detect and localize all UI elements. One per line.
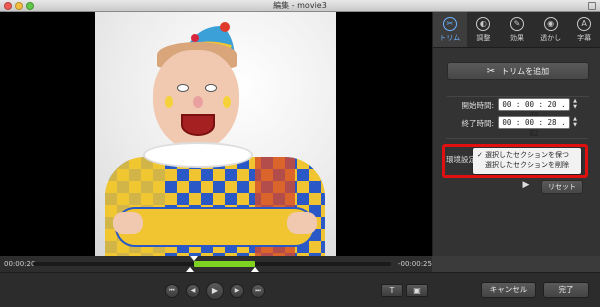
- video-frame: [95, 12, 336, 256]
- right-cheek: [223, 96, 231, 108]
- snapshot-icon[interactable]: ▣: [406, 284, 428, 297]
- skip-forward-icon[interactable]: ⏭: [251, 284, 265, 298]
- mouth: [181, 114, 215, 136]
- window-title: 編集 - movie3: [273, 1, 327, 10]
- cancel-button[interactable]: キャンセル: [481, 282, 536, 298]
- add-trim-button[interactable]: ✂ トリムを追加: [447, 62, 589, 80]
- start-time-label: 開始時間:: [461, 101, 494, 110]
- tab-adjust[interactable]: ◐ 調整: [467, 12, 501, 47]
- fullscreen-icon[interactable]: [588, 2, 596, 10]
- scissors-icon: ✂: [486, 65, 496, 77]
- bottom-toolbar: ⏮ ◀ ▶ ▶ ⏭ T ▣ キャンセル 完了: [0, 272, 600, 307]
- tab-subtitle[interactable]: A 字幕: [567, 12, 600, 47]
- left-hand: [113, 212, 143, 234]
- end-time-field[interactable]: 00 : 00 : 28 . 02: [498, 116, 570, 138]
- watermark-icon: ◉: [543, 16, 558, 31]
- subtitle-icon: A: [577, 16, 592, 31]
- end-time-stepper[interactable]: ▲ ▼: [572, 116, 578, 129]
- effects-icon: ✎: [509, 16, 524, 31]
- play-icon[interactable]: ▶: [206, 282, 224, 300]
- current-time: 00:00:20: [4, 260, 36, 268]
- left-eye: [177, 84, 189, 92]
- right-eye: [205, 84, 217, 92]
- playhead-marker[interactable]: [190, 256, 198, 261]
- start-time-field[interactable]: 00 : 00 : 20 . 40: [498, 98, 570, 120]
- trim-selection[interactable]: [194, 261, 255, 267]
- apply-icon[interactable]: ▶: [517, 180, 535, 194]
- text-tool-icon[interactable]: T: [381, 284, 403, 297]
- tab-trim[interactable]: ✂ トリム: [433, 12, 467, 47]
- skip-back-icon[interactable]: ⏮: [165, 284, 179, 298]
- adjust-icon: ◐: [476, 16, 491, 31]
- annotation-highlight: [442, 144, 588, 178]
- nose: [193, 96, 203, 108]
- end-time-label: 終了時間:: [461, 119, 494, 128]
- tab-effects[interactable]: ✎ 効果: [500, 12, 534, 47]
- start-time-stepper[interactable]: ▲ ▼: [572, 98, 578, 111]
- divider: [447, 96, 589, 97]
- timeline: 00:00:20 -00:00:25: [0, 256, 432, 272]
- remaining-time: -00:00:25: [398, 260, 432, 268]
- done-button[interactable]: 完了: [543, 282, 589, 298]
- crossed-arms: [115, 207, 315, 247]
- right-hand: [287, 212, 317, 234]
- trim-icon: ✂: [442, 16, 457, 31]
- collar: [143, 142, 253, 168]
- step-back-icon[interactable]: ◀: [186, 284, 200, 298]
- title-bar: 編集 - movie3: [0, 0, 600, 12]
- reset-button[interactable]: リセット: [541, 180, 583, 194]
- tab-bar: ✂ トリム ◐ 調整 ✎ 効果 ◉ 透かし A 字幕: [433, 12, 600, 48]
- video-preview[interactable]: [0, 12, 432, 256]
- tab-watermark[interactable]: ◉ 透かし: [534, 12, 568, 47]
- step-forward-icon[interactable]: ▶: [230, 284, 244, 298]
- divider: [446, 138, 588, 139]
- left-cheek: [165, 96, 173, 108]
- edit-panel: ✂ トリム ◐ 調整 ✎ 効果 ◉ 透かし A 字幕 ✂ トリムを追加: [432, 12, 600, 256]
